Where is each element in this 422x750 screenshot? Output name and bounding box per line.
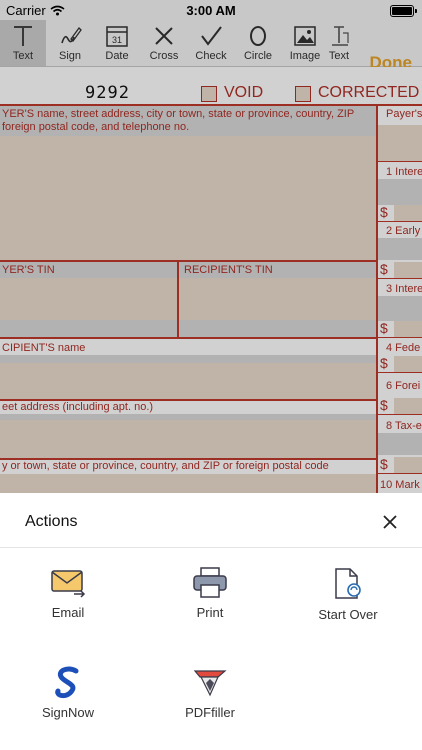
recipient-name-field[interactable] <box>0 363 376 399</box>
pen-icon <box>61 27 82 44</box>
void-label: VOID <box>224 84 264 101</box>
start-over-icon <box>335 568 361 599</box>
tool-image[interactable]: Image <box>282 20 328 66</box>
form-number: 9292 <box>85 83 130 103</box>
recipient-tin-field[interactable] <box>179 278 376 320</box>
box2-label: 2 Early <box>386 225 421 237</box>
tool-text[interactable]: Text <box>0 20 46 66</box>
payer-tin-field[interactable] <box>0 278 177 320</box>
void-checkbox[interactable] <box>201 86 217 102</box>
city-state-zip-label: y or town, state or province, country, a… <box>2 460 329 472</box>
close-icon[interactable] <box>380 512 400 532</box>
action-label: SignNow <box>41 705 95 720</box>
payer-name-label-line2: foreign postal code, and telephone no. <box>2 121 190 133</box>
tool-circle[interactable]: Circle <box>235 20 281 66</box>
box3-field[interactable] <box>394 321 422 337</box>
image-icon <box>294 26 316 46</box>
box3-dollar: $ <box>380 320 388 336</box>
box10-label: 10 Mark <box>380 479 420 491</box>
box2-dollar: $ <box>380 261 388 277</box>
sheet-divider <box>0 547 422 548</box>
box6-field[interactable] <box>394 398 422 414</box>
box8-label: 8 Tax-e <box>386 420 422 432</box>
signnow-action[interactable]: SignNow <box>18 665 118 720</box>
payer-right-label: Payer's <box>386 108 422 120</box>
box3-label: 3 Intere <box>386 283 422 295</box>
sheet-title: Actions <box>25 513 78 530</box>
city-state-zip-field[interactable] <box>0 474 376 493</box>
box1-label: 1 Intere <box>386 166 422 178</box>
payer-tin-label: YER'S TIN <box>2 264 55 276</box>
calendar-icon: 31 <box>106 26 128 47</box>
corrected-label: CORRECTED <box>318 84 420 101</box>
tool-label: Cross <box>149 50 179 62</box>
text-icon <box>14 26 32 46</box>
action-label: Print <box>196 605 224 620</box>
tool-cross[interactable]: Cross <box>141 20 187 66</box>
printer-icon <box>193 567 227 598</box>
box8-field[interactable] <box>394 457 422 473</box>
print-action[interactable]: Print <box>160 567 260 620</box>
tool-text-field[interactable]: Text <box>324 20 354 66</box>
recipient-name-label: CIPIENT'S name <box>2 342 86 354</box>
actions-sheet: Actions Email Print Start Over SignNow P… <box>0 493 422 750</box>
tool-label: Text <box>328 50 350 62</box>
tool-check[interactable]: Check <box>188 20 234 66</box>
pdffiller-action[interactable]: PDFfiller <box>160 665 260 720</box>
payer-right-field[interactable] <box>378 125 422 161</box>
circle-icon <box>250 26 266 46</box>
box1-field[interactable] <box>394 205 422 221</box>
tool-label: Circle <box>243 50 273 62</box>
action-label: Start Over <box>318 607 378 622</box>
tax-form-document: 9292 VOID CORRECTED YER'S name, street a… <box>0 67 422 493</box>
payer-name-field[interactable] <box>0 136 376 260</box>
action-label: PDFfiller <box>185 705 235 720</box>
clock: 3:00 AM <box>186 3 236 18</box>
signnow-logo-icon <box>55 666 79 699</box>
street-address-field[interactable] <box>0 420 376 458</box>
box8-dollar: $ <box>380 456 388 472</box>
tool-sign[interactable]: Sign <box>47 20 93 66</box>
recipient-tin-label: RECIPIENT'S TIN <box>184 264 273 276</box>
start-over-action[interactable]: Start Over <box>298 567 398 622</box>
street-address-label: eet address (including apt. no.) <box>2 401 154 413</box>
tool-label: Image <box>289 50 321 62</box>
box4-field[interactable] <box>394 356 422 372</box>
payer-name-label: YER'S name, street address, city or town… <box>2 108 355 120</box>
box2-field[interactable] <box>394 262 422 278</box>
tool-label: Sign <box>58 50 82 62</box>
checkmark-icon <box>201 26 222 46</box>
status-bar: Carrier 3:00 AM <box>0 0 422 20</box>
box4-label: 4 Fede <box>386 342 421 354</box>
action-label: Email <box>51 605 85 620</box>
cross-icon <box>155 27 173 45</box>
box6-dollar: $ <box>380 397 388 413</box>
box4-dollar: $ <box>380 355 388 371</box>
box6-label: 6 Forei <box>386 380 421 392</box>
tool-label: Date <box>105 50 129 62</box>
text-field-icon <box>332 26 349 46</box>
tool-label: Check <box>195 50 227 62</box>
battery-icon <box>390 5 417 17</box>
annotation-toolbar: Text Sign 31 Date Cross Check Circle Ima… <box>0 20 422 72</box>
email-action[interactable]: Email <box>18 567 118 620</box>
tool-date[interactable]: 31 Date <box>94 20 140 66</box>
calendar-day: 31 <box>112 35 122 45</box>
box1-dollar: $ <box>380 204 388 220</box>
pdffiller-logo-icon <box>193 670 227 697</box>
email-icon <box>51 570 86 598</box>
tool-label: Text <box>12 50 34 62</box>
corrected-checkbox[interactable] <box>295 86 311 102</box>
